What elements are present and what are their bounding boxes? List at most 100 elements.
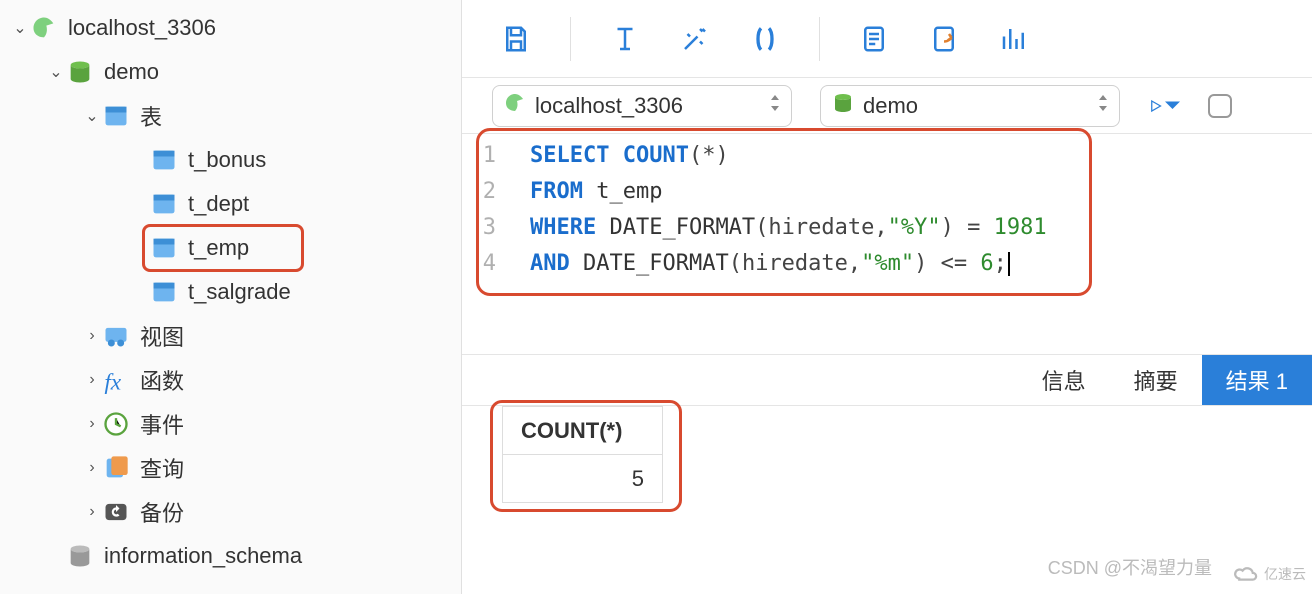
backups-folder[interactable]: › 备份 <box>0 490 461 534</box>
table-label: t_emp <box>188 235 249 261</box>
result-area: COUNT(*) 5 CSDN @不渴望力量 亿速云 <box>462 406 1312 594</box>
connection-node[interactable]: ⌄ localhost_3306 <box>0 6 461 50</box>
table-icon <box>150 234 178 262</box>
chevron-right-icon[interactable]: › <box>82 371 102 389</box>
table-icon <box>150 278 178 306</box>
chevron-right-icon[interactable]: › <box>82 327 102 345</box>
chevron-down-icon[interactable]: ⌄ <box>82 106 102 126</box>
svg-text:fx: fx <box>104 369 121 394</box>
chevron-right-icon[interactable]: › <box>82 459 102 477</box>
editor-code[interactable]: SELECT COUNT(*) FROM t_emp WHERE DATE_FO… <box>514 138 1047 282</box>
tab-summary[interactable]: 摘要 <box>1110 355 1202 405</box>
connection-selector-label: localhost_3306 <box>535 93 761 119</box>
backups-icon <box>102 498 130 526</box>
database-icon <box>66 58 94 86</box>
chevron-down-icon[interactable]: ⌄ <box>10 18 30 38</box>
stepper-icon[interactable] <box>769 93 781 118</box>
table-label: t_bonus <box>188 147 266 173</box>
kw-select: SELECT <box>530 143 609 168</box>
views-folder[interactable]: › 视图 <box>0 314 461 358</box>
functions-label: 函数 <box>140 364 184 396</box>
checkbox[interactable] <box>1208 94 1232 118</box>
database-selector-label: demo <box>863 93 1089 119</box>
code-text: ; <box>994 251 1007 276</box>
sidebar: ⌄ localhost_3306 ⌄ demo ⌄ 表 t_bonus <box>0 0 462 594</box>
functions-folder[interactable]: › fx 函数 <box>0 358 461 402</box>
watermark: CSDN @不渴望力量 <box>1048 554 1212 580</box>
chevron-down-icon[interactable]: ⌄ <box>46 62 66 82</box>
table-t_dept[interactable]: t_dept <box>0 182 461 226</box>
selectors-row: localhost_3306 demo <box>462 78 1312 134</box>
toolbar-divider <box>570 17 571 61</box>
line-number: 4 <box>462 246 496 282</box>
line-number: 2 <box>462 174 496 210</box>
result-header[interactable]: COUNT(*) <box>503 407 663 455</box>
watermark-logo: 亿速云 <box>1232 564 1306 584</box>
queries-icon <box>102 454 130 482</box>
connection-icon <box>503 91 527 120</box>
code-text: (hiredate, <box>755 215 887 240</box>
table-group-icon <box>102 102 130 130</box>
queries-label: 查询 <box>140 452 184 484</box>
kw-count: COUNT <box>623 143 689 168</box>
code-string: "%m" <box>861 251 914 276</box>
views-label: 视图 <box>140 320 184 352</box>
save-button[interactable] <box>500 23 532 55</box>
table-t_salgrade[interactable]: t_salgrade <box>0 270 461 314</box>
line-number: 3 <box>462 210 496 246</box>
table-t_emp[interactable]: t_emp <box>0 226 461 270</box>
code-number: 1981 <box>994 215 1047 240</box>
parens-button[interactable] <box>749 23 781 55</box>
table-t_bonus[interactable]: t_bonus <box>0 138 461 182</box>
chevron-right-icon[interactable]: › <box>82 503 102 521</box>
database-icon <box>66 542 94 570</box>
database-selector[interactable]: demo <box>820 85 1120 127</box>
database-node-information_schema[interactable]: › information_schema <box>0 534 461 578</box>
analyze-button[interactable] <box>998 23 1030 55</box>
beautify-button[interactable] <box>679 23 711 55</box>
code-number: 6 <box>980 251 993 276</box>
table-icon <box>150 146 178 174</box>
tables-folder[interactable]: ⌄ 表 <box>0 94 461 138</box>
connection-label: localhost_3306 <box>68 15 216 41</box>
tab-result-1[interactable]: 结果 1 <box>1202 355 1312 405</box>
database-label: information_schema <box>104 543 302 569</box>
line-number: 1 <box>462 138 496 174</box>
database-icon <box>831 91 855 120</box>
code-text: t_emp <box>583 179 662 204</box>
result-tabs: 信息 摘要 结果 1 <box>462 354 1312 406</box>
database-node-demo[interactable]: ⌄ demo <box>0 50 461 94</box>
events-label: 事件 <box>140 408 184 440</box>
sql-editor[interactable]: 1 2 3 4 SELECT COUNT(*) FROM t_emp WHERE… <box>462 134 1312 282</box>
events-icon <box>102 410 130 438</box>
code-text: DATE_FORMAT <box>570 251 729 276</box>
kw-from: FROM <box>530 179 583 204</box>
plan-button[interactable] <box>858 23 890 55</box>
kw-and: AND <box>530 251 570 276</box>
run-button[interactable] <box>1148 90 1180 122</box>
watermark-logo-text: 亿速云 <box>1264 564 1306 584</box>
export-button[interactable] <box>928 23 960 55</box>
code-string: "%Y" <box>888 215 941 240</box>
functions-icon: fx <box>102 366 130 394</box>
code-text: ) <= <box>914 251 980 276</box>
queries-folder[interactable]: › 查询 <box>0 446 461 490</box>
text-cursor <box>1008 252 1010 276</box>
events-folder[interactable]: › 事件 <box>0 402 461 446</box>
kw-where: WHERE <box>530 215 596 240</box>
toolbar <box>462 0 1312 78</box>
code-text: DATE_FORMAT <box>596 215 755 240</box>
table-label: t_salgrade <box>188 279 291 305</box>
connection-selector[interactable]: localhost_3306 <box>492 85 792 127</box>
result-table[interactable]: COUNT(*) 5 <box>502 406 663 503</box>
format-button[interactable] <box>609 23 641 55</box>
table-label: t_dept <box>188 191 249 217</box>
chevron-right-icon[interactable]: › <box>82 415 102 433</box>
tab-info[interactable]: 信息 <box>1018 355 1110 405</box>
tables-label: 表 <box>140 100 162 132</box>
stepper-icon[interactable] <box>1097 93 1109 118</box>
backups-label: 备份 <box>140 496 184 528</box>
toolbar-divider <box>819 17 820 61</box>
code-text: (hiredate, <box>729 251 861 276</box>
result-cell[interactable]: 5 <box>503 455 663 503</box>
